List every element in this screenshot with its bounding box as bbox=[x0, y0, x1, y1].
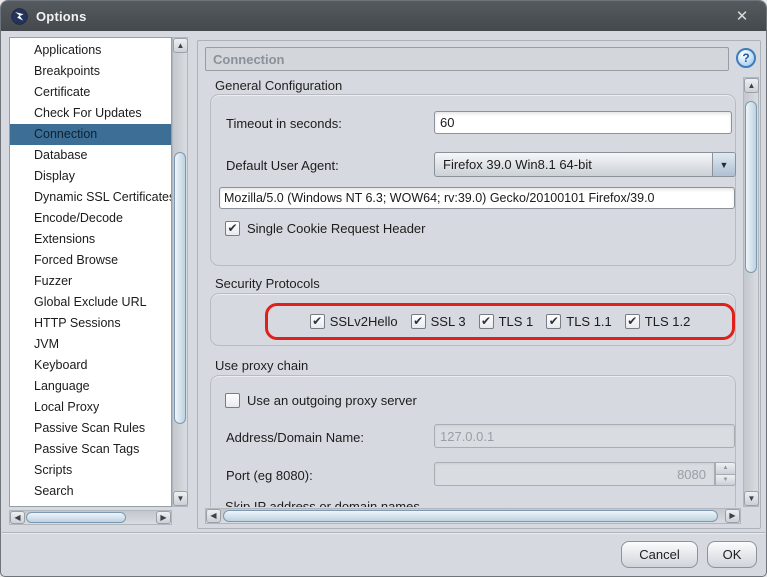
address-label: Address/Domain Name: bbox=[226, 430, 364, 445]
zap-app-icon bbox=[11, 8, 28, 25]
chevron-down-icon[interactable]: ▼ bbox=[712, 153, 735, 176]
checkbox-icon bbox=[411, 314, 426, 329]
scroll-right-icon[interactable]: ▶ bbox=[156, 511, 171, 524]
protocol-label: SSLv2Hello bbox=[330, 314, 398, 329]
sidebar-item-search[interactable]: Search bbox=[10, 481, 171, 502]
settings-scrollview: General Configuration Timeout in seconds… bbox=[205, 74, 741, 507]
sidebar-item-encode-decode[interactable]: Encode/Decode bbox=[10, 208, 171, 229]
port-input bbox=[434, 462, 715, 486]
scroll-left-icon[interactable]: ◀ bbox=[206, 509, 221, 523]
sidebar-item-database[interactable]: Database bbox=[10, 145, 171, 166]
address-input bbox=[434, 424, 735, 448]
sidebar-list: ApplicationsBreakpointsCertificateCheck … bbox=[9, 37, 172, 507]
panel-vertical-scrollbar[interactable]: ▲ ▼ bbox=[743, 77, 759, 507]
scrollbar-thumb[interactable] bbox=[223, 510, 718, 522]
port-spinner: ▲ ▼ bbox=[715, 462, 736, 486]
user-agent-selected-value: Firefox 39.0 Win8.1 64-bit bbox=[435, 157, 712, 172]
scroll-down-icon[interactable]: ▼ bbox=[744, 491, 759, 506]
protocol-checkbox-tls-1[interactable]: TLS 1 bbox=[479, 314, 534, 329]
ok-button[interactable]: OK bbox=[707, 541, 757, 568]
panel-horizontal-scrollbar[interactable]: ◀ ▶ bbox=[205, 508, 741, 524]
sidebar-vertical-scrollbar[interactable]: ▲ ▼ bbox=[172, 37, 188, 507]
sidebar-item-scripts[interactable]: Scripts bbox=[10, 460, 171, 481]
timeout-input[interactable] bbox=[434, 111, 732, 134]
sidebar-item-applications[interactable]: Applications bbox=[10, 40, 171, 61]
scrollbar-thumb[interactable] bbox=[174, 152, 186, 424]
connection-settings-panel: Connection ? General Configuration Timeo… bbox=[197, 40, 761, 529]
titlebar: Options ✕ bbox=[1, 1, 766, 31]
protocol-checkbox-sslv2hello[interactable]: SSLv2Hello bbox=[310, 314, 398, 329]
scroll-left-icon[interactable]: ◀ bbox=[10, 511, 25, 524]
checkbox-icon bbox=[225, 221, 240, 236]
use-proxy-chain-title: Use proxy chain bbox=[215, 358, 308, 373]
scroll-right-icon[interactable]: ▶ bbox=[725, 509, 740, 523]
sidebar-item-check-for-updates[interactable]: Check For Updates bbox=[10, 103, 171, 124]
checkbox-icon bbox=[310, 314, 325, 329]
sidebar-item-breakpoints[interactable]: Breakpoints bbox=[10, 61, 171, 82]
use-proxy-chain-group: Use an outgoing proxy server Address/Dom… bbox=[210, 375, 736, 507]
checkbox-icon bbox=[479, 314, 494, 329]
sidebar-item-http-sessions[interactable]: HTTP Sessions bbox=[10, 313, 171, 334]
sidebar-item-passive-scan-tags[interactable]: Passive Scan Tags bbox=[10, 439, 171, 460]
sidebar-item-extensions[interactable]: Extensions bbox=[10, 229, 171, 250]
outgoing-proxy-checkbox[interactable]: Use an outgoing proxy server bbox=[225, 393, 417, 408]
general-configuration-title: General Configuration bbox=[215, 78, 342, 93]
checkbox-icon bbox=[546, 314, 561, 329]
user-agent-dropdown[interactable]: Firefox 39.0 Win8.1 64-bit ▼ bbox=[434, 152, 736, 177]
scroll-down-icon[interactable]: ▼ bbox=[173, 491, 188, 506]
port-label: Port (eg 8080): bbox=[226, 468, 313, 483]
protocol-label: SSL 3 bbox=[431, 314, 466, 329]
panel-title-field: Connection bbox=[205, 47, 729, 71]
spinner-up-icon: ▲ bbox=[715, 462, 736, 475]
sidebar-item-fuzzer[interactable]: Fuzzer bbox=[10, 271, 171, 292]
sidebar-item-language[interactable]: Language bbox=[10, 376, 171, 397]
general-configuration-group: Timeout in seconds: Default User Agent: … bbox=[210, 94, 736, 266]
scrollbar-thumb[interactable] bbox=[26, 512, 126, 523]
sidebar-item-jvm[interactable]: JVM bbox=[10, 334, 171, 355]
help-icon[interactable]: ? bbox=[736, 48, 756, 68]
user-agent-label: Default User Agent: bbox=[226, 158, 339, 173]
sidebar-item-passive-scan-rules[interactable]: Passive Scan Rules bbox=[10, 418, 171, 439]
sidebar-item-global-exclude-url[interactable]: Global Exclude URL bbox=[10, 292, 171, 313]
window-title: Options bbox=[36, 9, 87, 24]
protocol-label: TLS 1.2 bbox=[645, 314, 691, 329]
sidebar-item-display[interactable]: Display bbox=[10, 166, 171, 187]
checkbox-icon bbox=[625, 314, 640, 329]
outgoing-proxy-label: Use an outgoing proxy server bbox=[247, 393, 417, 408]
sidebar-item-connection[interactable]: Connection bbox=[10, 124, 171, 145]
options-dialog: Options ✕ ApplicationsBreakpointsCertifi… bbox=[0, 0, 767, 577]
user-agent-string-input[interactable] bbox=[219, 187, 735, 209]
security-protocols-group: SSLv2Hello SSL 3 TLS 1 TLS 1.1 TLS 1.2 bbox=[210, 293, 736, 346]
spinner-down-icon: ▼ bbox=[715, 475, 736, 487]
protocol-checkbox-tls-1-2[interactable]: TLS 1.2 bbox=[625, 314, 691, 329]
scrollbar-thumb[interactable] bbox=[745, 101, 757, 273]
close-icon[interactable]: ✕ bbox=[724, 1, 760, 31]
protocols-row: SSLv2Hello SSL 3 TLS 1 TLS 1.1 TLS 1.2 bbox=[265, 303, 735, 340]
skip-names-clipped-label: Skip IP address or domain names bbox=[225, 499, 645, 507]
sidebar-horizontal-scrollbar[interactable]: ◀ ▶ bbox=[9, 510, 172, 525]
scroll-up-icon[interactable]: ▲ bbox=[744, 78, 759, 93]
protocol-label: TLS 1.1 bbox=[566, 314, 612, 329]
single-cookie-label: Single Cookie Request Header bbox=[247, 221, 426, 236]
sidebar-item-dynamic-ssl-certificates[interactable]: Dynamic SSL Certificates bbox=[10, 187, 171, 208]
protocol-checkbox-tls-1-1[interactable]: TLS 1.1 bbox=[546, 314, 612, 329]
sidebar-item-keyboard[interactable]: Keyboard bbox=[10, 355, 171, 376]
checkbox-icon bbox=[225, 393, 240, 408]
timeout-label: Timeout in seconds: bbox=[226, 116, 342, 131]
footer-divider bbox=[2, 532, 765, 533]
protocol-checkbox-ssl-3[interactable]: SSL 3 bbox=[411, 314, 466, 329]
sidebar-item-certificate[interactable]: Certificate bbox=[10, 82, 171, 103]
cancel-button[interactable]: Cancel bbox=[621, 541, 698, 568]
scroll-up-icon[interactable]: ▲ bbox=[173, 38, 188, 53]
sidebar-item-forced-browse[interactable]: Forced Browse bbox=[10, 250, 171, 271]
security-protocols-title: Security Protocols bbox=[215, 276, 320, 291]
protocol-label: TLS 1 bbox=[499, 314, 534, 329]
single-cookie-checkbox[interactable]: Single Cookie Request Header bbox=[225, 221, 426, 236]
sidebar-item-local-proxy[interactable]: Local Proxy bbox=[10, 397, 171, 418]
